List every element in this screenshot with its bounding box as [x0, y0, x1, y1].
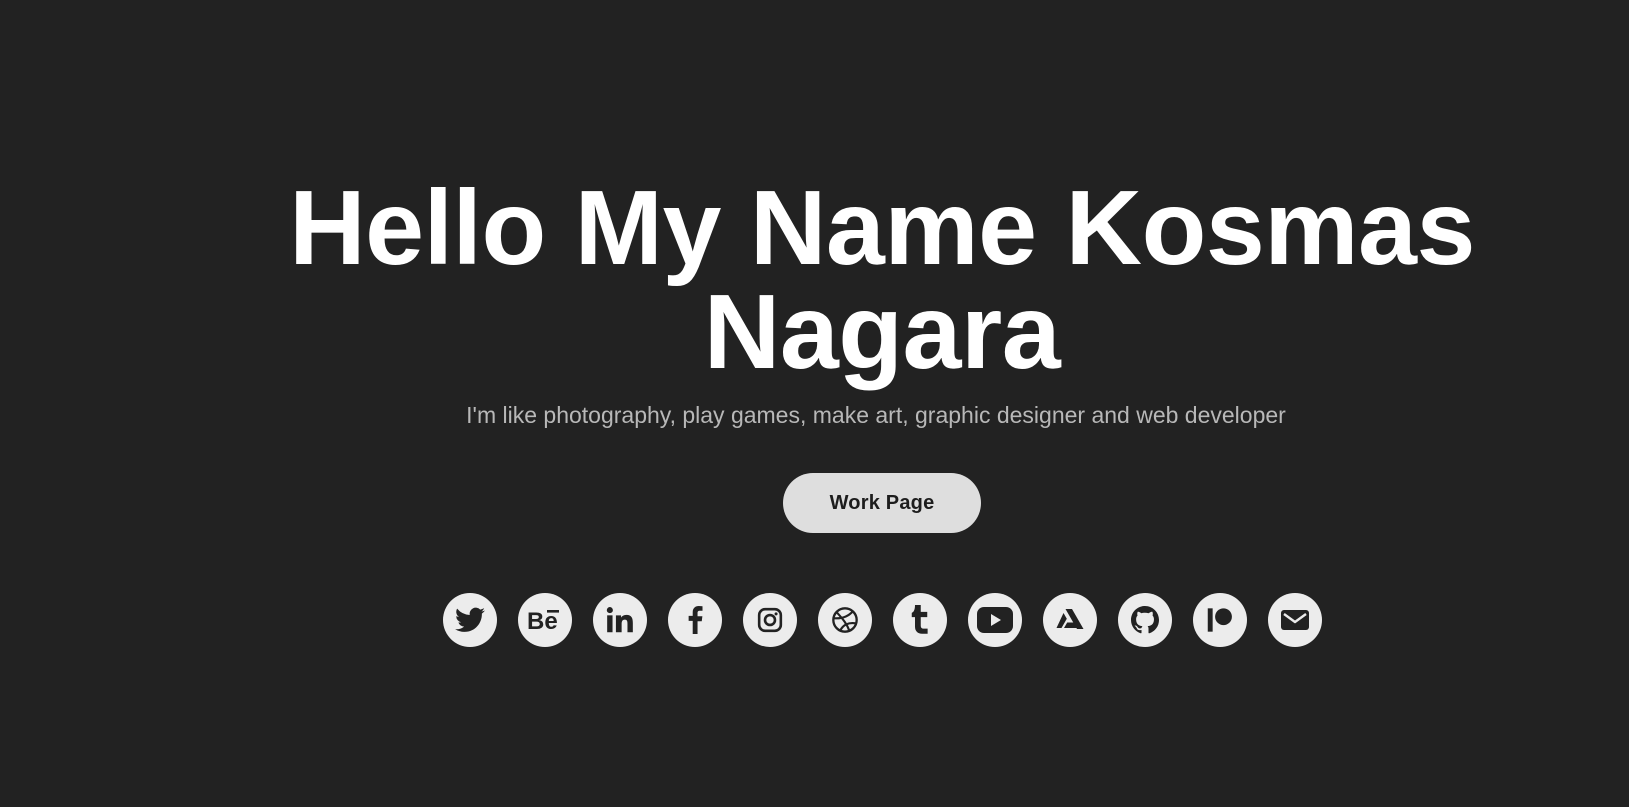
social-links: Be — [443, 593, 1322, 647]
facebook-icon — [688, 606, 703, 634]
youtube-link[interactable] — [968, 593, 1022, 647]
hero-subtitle: I'm like photography, play games, make a… — [466, 402, 1286, 428]
email-link[interactable] — [1268, 593, 1322, 647]
instagram-icon — [757, 607, 783, 633]
youtube-icon — [977, 607, 1013, 633]
instagram-link[interactable] — [743, 593, 797, 647]
email-icon — [1281, 610, 1309, 630]
artstation-icon — [1056, 609, 1084, 629]
patreon-icon — [1207, 608, 1232, 632]
hero-section: Hello My Name Kosmas Nagara I'm like pho… — [0, 0, 1629, 807]
tumblr-link[interactable] — [893, 593, 947, 647]
linkedin-link[interactable] — [593, 593, 647, 647]
dribbble-icon — [832, 607, 858, 633]
linkedin-icon — [606, 607, 633, 633]
dribbble-link[interactable] — [818, 593, 872, 647]
tumblr-icon — [911, 605, 928, 634]
patreon-link[interactable] — [1193, 593, 1247, 647]
title-line-2: Nagara — [703, 273, 1061, 391]
twitter-link[interactable] — [443, 593, 497, 647]
work-page-button[interactable]: Work Page — [783, 473, 981, 533]
title-line-1: Hello My Name Kosmas — [289, 169, 1475, 287]
twitter-icon — [455, 607, 485, 632]
github-link[interactable] — [1118, 593, 1172, 647]
artstation-link[interactable] — [1043, 593, 1097, 647]
behance-link[interactable]: Be — [518, 593, 572, 647]
behance-icon: Be — [527, 608, 559, 633]
facebook-link[interactable] — [668, 593, 722, 647]
page-title: Hello My Name Kosmas Nagara — [282, 169, 1482, 391]
github-icon — [1131, 606, 1159, 634]
